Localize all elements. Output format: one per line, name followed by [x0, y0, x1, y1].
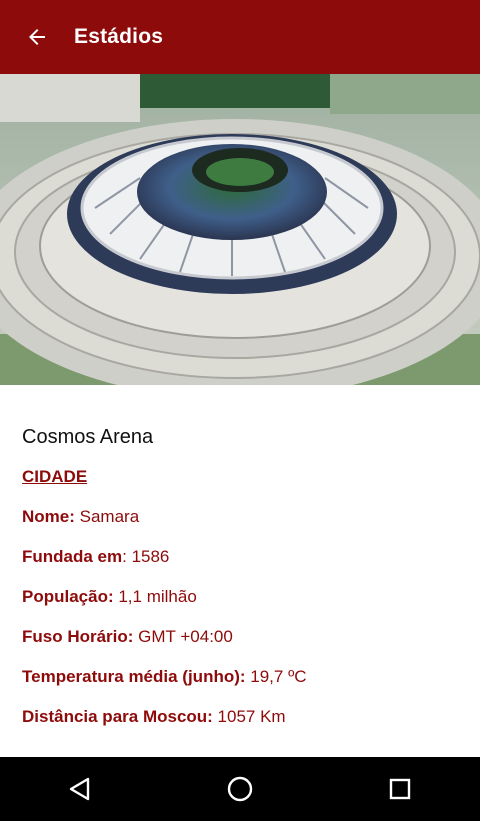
recents-square-icon — [389, 778, 411, 800]
row-value: 1,1 milhão — [113, 587, 197, 606]
stadium-details: Cosmos Arena CIDADE Nome: Samara Fundada… — [0, 385, 480, 757]
home-circle-icon — [227, 776, 253, 802]
stadium-photo — [0, 74, 480, 385]
row-value: : 1586 — [122, 547, 170, 566]
row-label: Temperatura média (junho): — [22, 667, 246, 686]
temperature-row: Temperatura média (junho): 19,7 ºC — [22, 667, 307, 687]
app-bar: Estádios — [0, 0, 480, 74]
city-section-title: CIDADE — [22, 467, 88, 486]
nav-home-button[interactable] — [210, 759, 270, 819]
timezone-row: Fuso Horário: GMT +04:00 — [22, 627, 233, 647]
population-row: População: 1,1 milhão — [22, 587, 197, 607]
row-label: Distância para Moscou: — [22, 707, 213, 726]
distance-row: Distância para Moscou: 1057 Km — [22, 707, 286, 727]
row-value: 1057 Km — [212, 707, 286, 726]
row-label: Fundada em — [22, 547, 123, 566]
row-value: Samara — [74, 507, 140, 526]
row-label: População: — [22, 587, 114, 606]
row-value: GMT +04:00 — [133, 627, 233, 646]
stadium-name: Cosmos Arena — [22, 426, 154, 448]
back-button[interactable] — [15, 15, 59, 59]
back-triangle-icon — [69, 777, 90, 801]
founded-row: Fundada em: 1586 — [22, 547, 169, 567]
nav-back-button[interactable] — [50, 759, 110, 819]
stadium-illustration — [0, 74, 480, 385]
system-navigation-bar — [0, 757, 480, 821]
nav-recents-button[interactable] — [370, 759, 430, 819]
arrow-left-icon — [29, 29, 45, 45]
city-name-row: Nome: Samara — [22, 507, 139, 527]
row-label: Nome: — [22, 507, 75, 526]
row-value: 19,7 ºC — [245, 667, 307, 686]
page-title: Estádios — [74, 25, 164, 48]
row-label: Fuso Horário: — [22, 627, 134, 646]
